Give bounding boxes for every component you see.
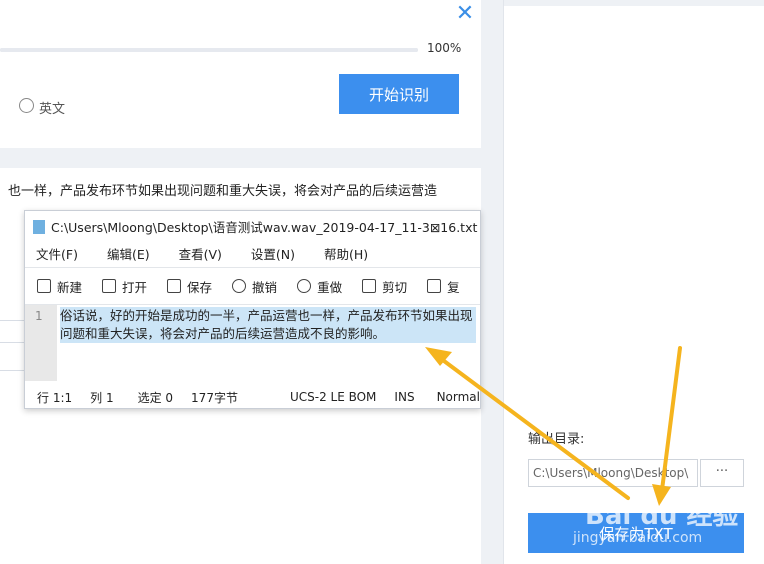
line-number: 1 xyxy=(35,309,43,323)
notepad-title: C:\Users\Mloong\Desktop\语音测试wav.wav_2019… xyxy=(33,217,480,237)
status-bar: 行 1:1 列 1 选定 0 177字节 UCS-2 LE BOM INS No… xyxy=(25,387,480,407)
undo-button[interactable]: 撤销 xyxy=(232,275,277,297)
result-text: 也一样，产品发布环节如果出现问题和重大失误，将会对产品的后续运营造 xyxy=(8,184,438,199)
status-lexer: Normal tex xyxy=(436,390,480,404)
english-radio[interactable] xyxy=(19,98,34,113)
undo-icon xyxy=(232,279,247,293)
menu-file[interactable]: 文件(F) xyxy=(36,244,78,264)
file-icon xyxy=(33,220,45,234)
notepad-window: C:\Users\Mloong\Desktop\语音测试wav.wav_2019… xyxy=(24,210,481,409)
panel-topbar xyxy=(504,0,764,6)
save-icon xyxy=(167,279,182,293)
menu-settings[interactable]: 设置(N) xyxy=(251,244,295,264)
start-recognition-button[interactable]: 开始识别 xyxy=(339,74,459,114)
output-dir-input[interactable]: C:\Users\Mloong\Desktop\ xyxy=(528,459,698,487)
watermark-site: jingyan.baidu.com xyxy=(573,530,703,546)
close-icon[interactable]: ✕ xyxy=(455,3,475,25)
redo-icon xyxy=(297,279,312,293)
output-panel: 输出目录: C:\Users\Mloong\Desktop\ ··· 保存为TX… xyxy=(503,0,764,564)
menu-help[interactable]: 帮助(H) xyxy=(324,244,368,264)
status-position: 行 1:1 xyxy=(37,390,73,405)
folder-icon xyxy=(102,279,117,293)
divider xyxy=(25,304,480,305)
divider xyxy=(0,370,24,371)
notepad-toolbar: 新建 打开 保存 撤销 重做 剪切 复 xyxy=(25,275,468,297)
notepad-menu: 文件(F) 编辑(E) 查看(V) 设置(N) 帮助(H) xyxy=(25,244,386,264)
menu-view[interactable]: 查看(V) xyxy=(179,244,222,264)
divider xyxy=(25,267,480,268)
copy-icon xyxy=(427,279,442,293)
status-column: 列 1 xyxy=(90,390,114,405)
progress-text: 100% xyxy=(427,41,462,55)
status-bytes: 177字节 xyxy=(191,390,238,405)
editor-content[interactable]: 俗话说，好的开始是成功的一半，产品运营也一样，产品发布环节如果出现问题和重大失误… xyxy=(60,307,476,343)
save-button[interactable]: 保存 xyxy=(167,275,212,297)
recognition-panel: ✕ 100% 英文 开始识别 xyxy=(0,0,481,148)
english-radio-label: 英文 xyxy=(39,102,66,117)
divider xyxy=(0,320,24,321)
progress-bar xyxy=(0,48,418,52)
cut-icon xyxy=(362,279,377,293)
output-dir-label: 输出目录: xyxy=(528,432,585,447)
plus-icon xyxy=(37,279,51,293)
cut-button[interactable]: 剪切 xyxy=(362,275,407,297)
status-selection: 选定 0 xyxy=(137,390,174,405)
redo-button[interactable]: 重做 xyxy=(297,275,342,297)
watermark-brand: Bai du 经验 xyxy=(585,501,739,531)
status-encoding: UCS-2 LE BOM xyxy=(289,390,377,404)
progress-fill xyxy=(0,48,418,52)
menu-edit[interactable]: 编辑(E) xyxy=(107,244,150,264)
status-mode: INS xyxy=(394,390,415,404)
divider xyxy=(0,342,24,343)
new-button[interactable]: 新建 xyxy=(37,275,82,297)
browse-button[interactable]: ··· xyxy=(700,459,744,487)
copy-button[interactable]: 复 xyxy=(427,275,460,297)
open-button[interactable]: 打开 xyxy=(102,275,147,297)
